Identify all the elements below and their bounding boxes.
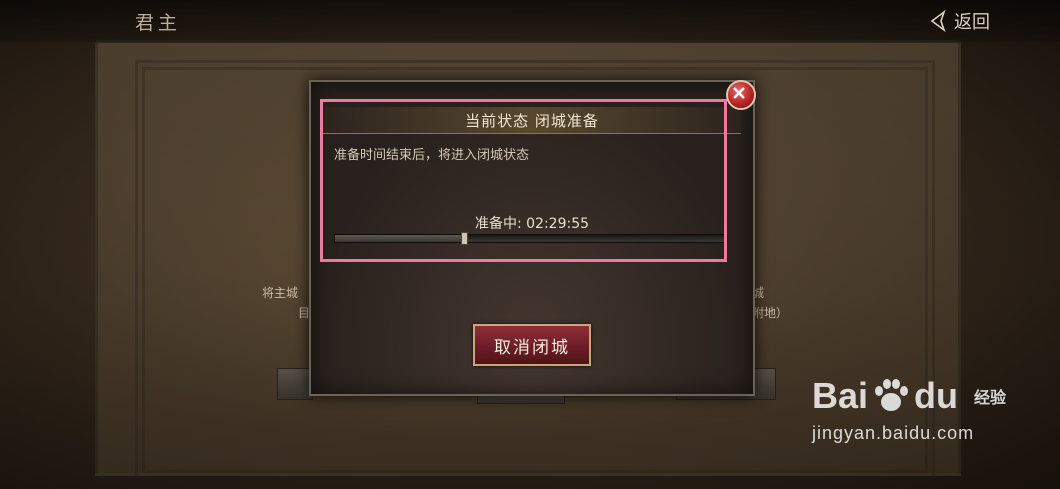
paw-icon xyxy=(875,379,909,411)
countdown-label: 准备中: 02:29:55 xyxy=(474,216,590,232)
background-text-right-2: 附地） xyxy=(752,306,789,320)
back-arrow-icon xyxy=(930,10,946,32)
watermark-brand-left: Bai xyxy=(812,375,869,416)
close-dialog-button[interactable] xyxy=(726,80,756,110)
back-button-label: 返回 xyxy=(954,12,990,33)
dialog-title: 当前状态 闭城准备 xyxy=(323,107,741,134)
watermark-subtitle: 经验 xyxy=(974,390,1007,407)
page-title: 君主 xyxy=(135,12,182,34)
cancel-close-city-button[interactable]: 取消闭城 xyxy=(473,324,591,366)
top-bar: 君主 返回 xyxy=(0,0,1060,42)
progress-bar-fill xyxy=(335,235,465,242)
watermark-brand-right: du xyxy=(914,375,959,416)
back-button[interactable]: 返回 xyxy=(928,6,1008,36)
status-dialog: 当前状态 闭城准备 准备时间结束后，将进入闭城状态 准备中: 02:29:55 … xyxy=(309,80,755,396)
watermark-url: jingyan.baidu.com xyxy=(812,423,975,443)
background-text-left-1: 将主城 xyxy=(262,286,299,300)
watermark-logo: Bai du 经验 xyxy=(812,375,1012,417)
progress-bar-handle xyxy=(461,232,469,245)
baidu-jingyan-watermark: Bai du 经验 jingyan.baidu.com xyxy=(812,375,1012,465)
close-icon xyxy=(733,87,745,99)
background-button-left xyxy=(277,368,313,400)
progress-bar xyxy=(334,232,728,245)
dialog-description: 准备时间结束后，将进入闭城状态 xyxy=(334,148,530,163)
